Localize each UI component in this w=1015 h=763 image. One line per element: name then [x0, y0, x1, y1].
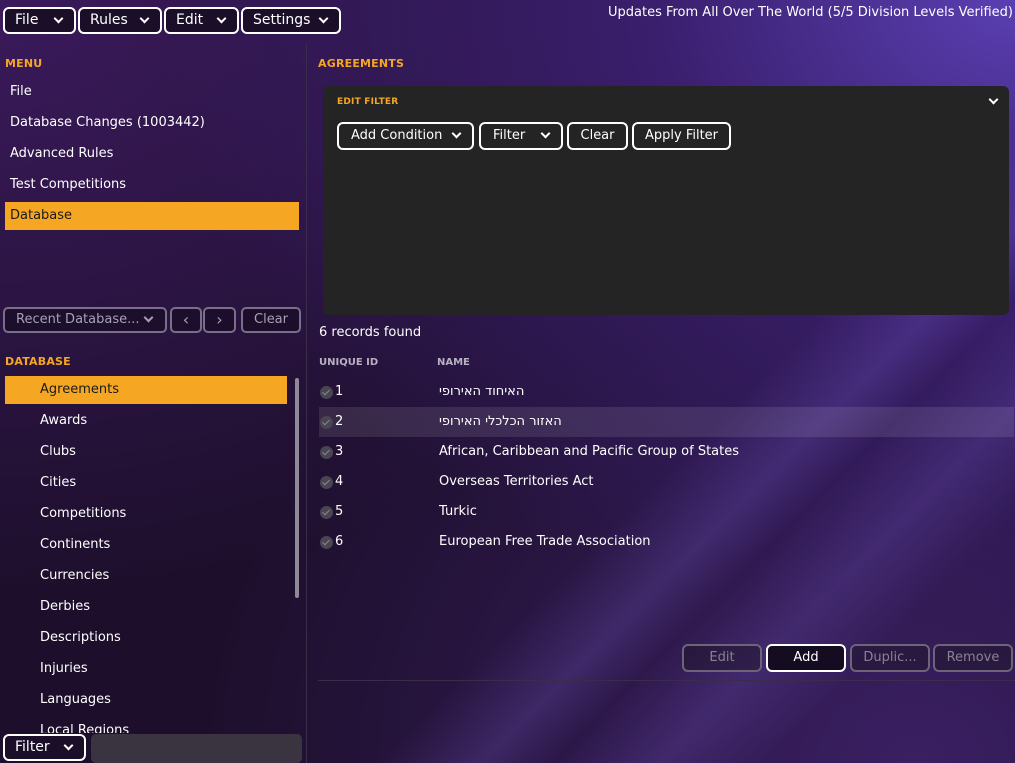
table-row[interactable]: 4 Overseas Territories Act — [319, 467, 1014, 497]
edit-filter-heading: EDIT FILTER — [337, 97, 399, 107]
db-item-awards[interactable]: Awards — [5, 407, 287, 435]
row-unique-id: 5 — [335, 504, 344, 519]
edit-filter-panel — [323, 86, 1009, 315]
row-name: Turkic — [439, 504, 477, 519]
add-condition-button[interactable]: Add Condition — [337, 122, 474, 150]
recent-clear-button[interactable]: Clear — [241, 307, 301, 333]
edit-menu-button[interactable]: Edit — [164, 7, 239, 34]
table-row[interactable]: 6 European Free Trade Association — [319, 527, 1014, 557]
menu-item-file[interactable]: File — [5, 78, 299, 106]
chevron-down-icon — [53, 13, 64, 24]
db-item-languages[interactable]: Languages — [5, 686, 287, 714]
db-item-currencies[interactable]: Currencies — [5, 562, 287, 590]
check-icon — [320, 476, 333, 489]
clear-filter-button[interactable]: Clear — [567, 122, 628, 150]
chevron-down-icon — [139, 13, 150, 24]
rules-menu-label: Rules — [90, 12, 128, 28]
records-found-count: 6 records found — [319, 325, 422, 340]
check-icon — [320, 536, 333, 549]
db-item-derbies[interactable]: Derbies — [5, 593, 287, 621]
row-name: האזור הכלכלי האירופי — [439, 414, 562, 429]
chevron-down-icon — [318, 13, 329, 24]
db-item-continents[interactable]: Continents — [5, 531, 287, 559]
settings-menu-button[interactable]: Settings — [241, 7, 341, 34]
filter-dropdown-label: Filter — [493, 128, 526, 143]
filter-dropdown-button[interactable]: Filter — [479, 122, 563, 150]
check-icon — [320, 506, 333, 519]
left-filter-search-input[interactable] — [91, 734, 302, 763]
menu-heading: MENU — [5, 57, 43, 70]
add-condition-label: Add Condition — [351, 128, 443, 143]
duplicate-record-button[interactable]: Duplic... — [850, 644, 930, 672]
db-item-competitions[interactable]: Competitions — [5, 500, 287, 528]
panel-divider — [306, 44, 307, 763]
db-item-clubs[interactable]: Clubs — [5, 438, 287, 466]
check-icon — [320, 416, 333, 429]
db-item-injuries[interactable]: Injuries — [5, 655, 287, 683]
recent-database-dropdown[interactable]: Recent Database... — [3, 307, 167, 333]
apply-filter-button[interactable]: Apply Filter — [632, 122, 731, 150]
db-item-cities[interactable]: Cities — [5, 469, 287, 497]
check-icon — [320, 386, 333, 399]
remove-record-button[interactable]: Remove — [933, 644, 1013, 672]
menu-item-database[interactable]: Database — [5, 202, 299, 230]
footer-divider — [318, 680, 1015, 681]
row-name: European Free Trade Association — [439, 534, 651, 549]
chevron-left-icon: ‹ — [182, 310, 190, 329]
rules-menu-button[interactable]: Rules — [78, 7, 162, 34]
row-unique-id: 6 — [335, 534, 344, 549]
add-record-button[interactable]: Add — [766, 644, 846, 672]
row-name: האיחוד האירופי — [439, 384, 525, 399]
database-status: Updates From All Over The World (5/5 Div… — [607, 5, 1013, 20]
file-menu-button[interactable]: File — [3, 7, 76, 34]
chevron-down-icon — [216, 13, 227, 24]
agreements-heading: AGREEMENTS — [318, 57, 405, 70]
settings-menu-label: Settings — [253, 12, 311, 28]
chevron-down-icon — [63, 740, 74, 751]
row-name: African, Caribbean and Pacific Group of … — [439, 444, 740, 459]
db-item-agreements[interactable]: Agreements — [5, 376, 287, 404]
menu-item-advanced-rules[interactable]: Advanced Rules — [5, 140, 299, 168]
edit-menu-label: Edit — [176, 12, 204, 28]
table-row[interactable]: 2 האזור הכלכלי האירופי — [319, 407, 1014, 437]
row-unique-id: 3 — [335, 444, 344, 459]
chevron-down-icon — [540, 128, 551, 139]
left-filter-label: Filter — [15, 739, 50, 755]
db-item-descriptions[interactable]: Descriptions — [5, 624, 287, 652]
chevron-down-icon — [143, 312, 154, 323]
row-name: Overseas Territories Act — [439, 474, 594, 489]
chevron-down-icon — [451, 128, 462, 139]
table-row[interactable]: 5 Turkic — [319, 497, 1014, 527]
check-icon — [320, 446, 333, 459]
column-header-name[interactable]: NAME — [437, 357, 470, 368]
row-unique-id: 4 — [335, 474, 344, 489]
menu-item-database-changes[interactable]: Database Changes (1003442) — [5, 109, 299, 137]
menu-item-test-competitions[interactable]: Test Competitions — [5, 171, 299, 199]
file-menu-label: File — [15, 12, 39, 28]
chevron-right-icon: › — [216, 310, 223, 329]
table-row[interactable]: 1 האיחוד האירופי — [319, 377, 1014, 407]
left-filter-button[interactable]: Filter — [3, 734, 86, 761]
database-heading: DATABASE — [5, 355, 71, 368]
forward-button[interactable]: › — [203, 307, 236, 333]
column-header-unique-id[interactable]: UNIQUE ID — [319, 357, 378, 368]
db-item-local-regions[interactable]: Local Regions — [5, 717, 287, 733]
recent-database-label: Recent Database... — [16, 312, 140, 327]
row-unique-id: 2 — [335, 414, 344, 429]
database-list-scrollbar[interactable] — [295, 378, 299, 598]
row-unique-id: 1 — [335, 384, 344, 399]
back-button[interactable]: ‹ — [170, 307, 202, 333]
table-row[interactable]: 3 African, Caribbean and Pacific Group o… — [319, 437, 1014, 467]
edit-record-button[interactable]: Edit — [682, 644, 762, 672]
